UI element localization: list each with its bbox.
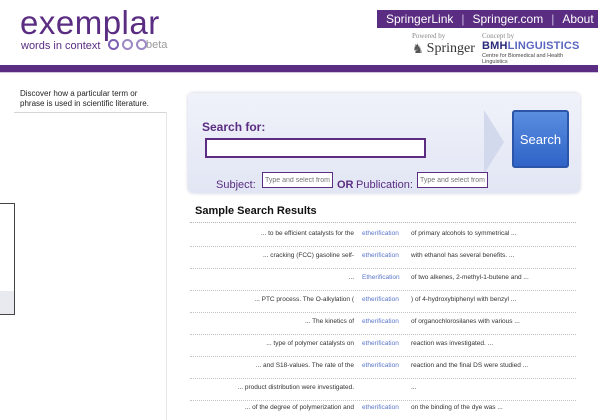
nav-about[interactable]: About (562, 12, 593, 26)
result-right-context: on the binding of the dye was ... (411, 404, 503, 411)
subject-input[interactable] (262, 172, 333, 188)
intro-text: Discover how a particular term or phrase… (20, 89, 149, 108)
result-left-context: ... type of polymer catalysts on (266, 340, 354, 347)
sidebar-divider (14, 112, 166, 113)
result-row: ... and S18-values. The rate of the ethe… (190, 357, 576, 379)
result-row: ... PTC process. The O-alkylation ( ethe… (190, 291, 576, 313)
result-row: ... Etherification of two alkenes, 2-met… (190, 269, 576, 291)
result-row: ... The kinetics of etherification of or… (190, 313, 576, 335)
result-right-context: of two alkenes, 2-methyl-1-butene and ..… (411, 274, 529, 281)
concept-by-label: Concept by (482, 32, 515, 40)
springer-horse-icon: ♞ (412, 41, 424, 56)
result-keyword-link[interactable]: etherification (362, 296, 399, 303)
springer-wordmark: Springer (426, 41, 475, 56)
result-keyword-link[interactable]: Etherification (362, 274, 400, 281)
logo-wordmark[interactable]: exemplar (20, 6, 160, 39)
search-button[interactable]: Search (512, 110, 569, 168)
result-keyword-link[interactable]: etherification (362, 252, 399, 259)
result-right-context: reaction and the final DS were studied .… (411, 362, 529, 369)
result-row: ... cracking (FCC) gasoline self- etheri… (190, 247, 576, 269)
result-keyword-link[interactable]: etherification (362, 404, 399, 411)
result-left-context: ... and S18-values. The rate of the (255, 362, 354, 369)
bmh-text: BMH (482, 40, 508, 52)
result-left-context: ... of the degree of polymerization and (244, 404, 354, 411)
result-row: ... product distribution were investigat… (190, 379, 576, 401)
result-right-context: ... (411, 384, 417, 391)
search-for-label: Search for: (202, 120, 266, 134)
result-left-context: ... PTC process. The O-alkylation ( (254, 296, 354, 303)
results-divider (190, 222, 576, 223)
result-right-context: ) of 4-hydroxybiphenyl with benzyl ... (411, 296, 517, 303)
result-right-context: of organochlorosilanes with various ... (411, 318, 520, 325)
edge-frame-fill (0, 291, 14, 314)
chevron-arrow-icon (484, 110, 504, 174)
nav-separator: | (551, 12, 555, 26)
search-input[interactable] (205, 138, 426, 158)
header-rule (0, 72, 598, 73)
result-right-context: reaction was investigated. ... (411, 340, 494, 347)
result-left-context: ... (348, 274, 354, 281)
result-keyword-link[interactable]: etherification (362, 340, 399, 347)
subject-label: Subject: (216, 179, 256, 191)
sidebar-border (166, 112, 167, 420)
result-row: ... type of polymer catalysts on etherif… (190, 335, 576, 357)
result-right-context: of primary alcohols to symmetrical ... (411, 230, 517, 237)
result-left-context: ... The kinetics of (304, 318, 354, 325)
result-keyword-link[interactable]: etherification (362, 318, 399, 325)
results-title: Sample Search Results (195, 205, 317, 217)
top-nav: SpringerLink | Springer.com | About (377, 10, 598, 28)
beta-label: beta (146, 39, 168, 51)
nav-springerlink[interactable]: SpringerLink (386, 12, 453, 26)
header-band (0, 65, 598, 72)
result-row: ... to be efficient catalysts for the et… (190, 225, 576, 247)
publication-input[interactable] (417, 172, 488, 188)
powered-by-label: Powered by (412, 32, 446, 40)
springer-logo[interactable]: ♞ Springer (412, 41, 475, 57)
linguistics-text: LINGUISTICS (507, 40, 580, 52)
result-right-context: with ethanol has several benefits. ... (411, 252, 515, 259)
result-left-context: ... product distribution were investigat… (237, 384, 354, 391)
result-left-context: ... cracking (FCC) gasoline self- (262, 252, 354, 259)
nav-springer-com[interactable]: Springer.com (473, 12, 544, 26)
result-row: ... of the degree of polymerization and … (190, 399, 576, 420)
publication-label: Publication: (356, 179, 413, 191)
logo-circles-icon (108, 39, 147, 50)
result-left-context: ... to be efficient catalysts for the (260, 230, 354, 237)
result-keyword-link[interactable]: etherification (362, 230, 399, 237)
logo-subtitle: words in context (21, 40, 101, 52)
or-label: OR (337, 179, 354, 191)
nav-separator: | (461, 12, 465, 26)
bmh-logo[interactable]: BMHLINGUISTICS (482, 40, 580, 52)
result-keyword-link[interactable]: etherification (362, 362, 399, 369)
bmh-subtitle: Centre for Biomedical and Health Linguis… (482, 53, 564, 65)
